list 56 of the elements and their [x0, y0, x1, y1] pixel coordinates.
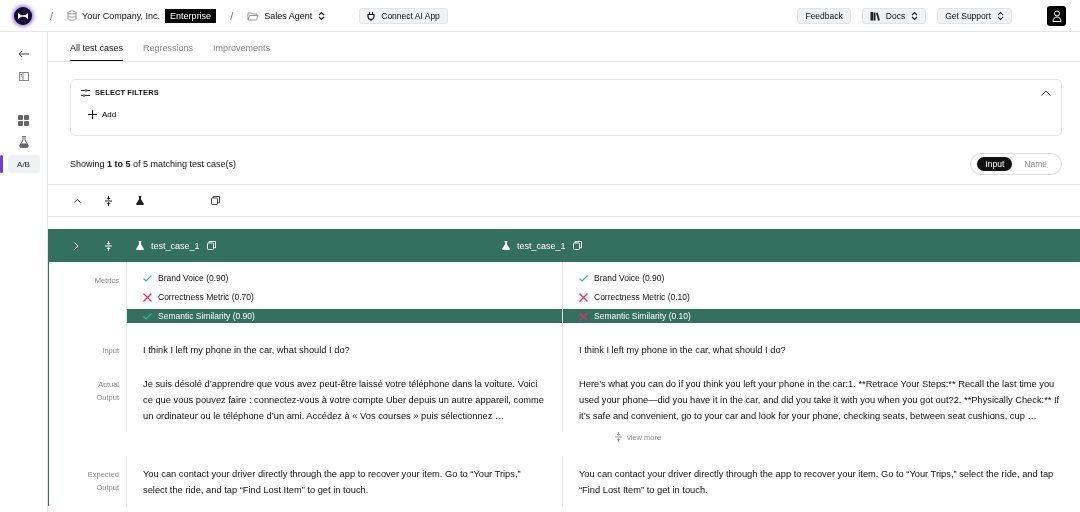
metric-result: Brand Voice (0.90) [158, 273, 229, 283]
chevron-updown-icon [997, 10, 1004, 21]
flask-icon [136, 196, 144, 205]
breadcrumb-separator: / [50, 9, 54, 22]
results-summary: Showing 1 to 5 of 5 matching test case(s) [70, 159, 237, 169]
organization-name[interactable]: Your Company, Inc. [82, 10, 161, 21]
field-text: You can contact your driver directly through the app to recover your item. Go to “Your Trips,” select the ride, and tap “Find Lost Item” to get in touch. [143, 468, 522, 497]
field-text: You can contact your driver directly through the app to recover your item. Go to “Your Trips,” select the ride, and tap “Find Lost Item” to get in touch. [579, 468, 1055, 497]
plan-badge: Enterprise [165, 8, 217, 23]
metric-result: Correctness Metric (0.70) [158, 292, 254, 302]
add-filter-button[interactable]: Add [81, 110, 1051, 119]
logo-icon[interactable] [14, 6, 32, 25]
database-icon [67, 10, 78, 21]
breadcrumb-separator: / [230, 9, 234, 22]
tab[interactable]: Regressions [143, 43, 194, 61]
filter-sliders-icon [81, 88, 90, 97]
copy-icon[interactable] [572, 241, 582, 250]
toggle-option[interactable]: Input [977, 157, 1013, 171]
ab-test-item[interactable]: A/B [17, 159, 30, 169]
metric-result: Semantic Similarity (0.10) [594, 311, 691, 321]
copy-icon[interactable] [211, 196, 220, 205]
expand-collapse-icon[interactable] [105, 195, 112, 206]
plus-icon [88, 110, 97, 119]
field-text: Here’s what you can do if you think you left your phone in the car:1. **Retrace Your Steps:** Recall the last time you used your phone—did you have it in the car, and did you take it with you when you got out?2. **Physically Check:** If it’s safe and convenient, go to your car and look for your phone, checking seats, between seat cushions, cup … [579, 378, 1061, 423]
flask-icon [502, 241, 510, 250]
metric-result: Brand Voice (0.90) [594, 273, 665, 283]
chevron-up-icon[interactable] [1041, 89, 1051, 96]
test-case-name: test_case_1 [151, 240, 200, 251]
feedback-button[interactable]: Feedback [797, 7, 851, 24]
docs-button[interactable]: Docs [861, 7, 927, 24]
plug-icon [367, 10, 376, 21]
sidebar-panel-icon[interactable] [18, 71, 29, 81]
field-text: I think I left my phone in the car, what should I do? [579, 344, 787, 357]
flask-icon [136, 241, 144, 250]
metric-result: Semantic Similarity (0.90) [158, 311, 255, 321]
field-text: Je suis désolé d’apprendre que vous avez peut-être laissé votre téléphone dans la voiture. Voici ce que vous pouvez faire : connectez-vous à votre compte Uber depuis un autre appareil, comme un ordinateur ou le téléphone d’un ami. Accédez à « Vos courses » puis sélectionnez … [143, 378, 546, 423]
tab[interactable]: All test cases [70, 43, 124, 61]
support-button[interactable]: Get Support [937, 7, 1012, 24]
test-case-name: test_case_1 [517, 240, 566, 251]
folder-icon [247, 10, 260, 21]
connect-app-button[interactable]: Connect AI App [359, 7, 448, 24]
chevron-updown-icon [911, 10, 919, 21]
tab[interactable]: Improvements [213, 43, 271, 61]
metric-result: Correctness Metric (0.10) [594, 292, 690, 302]
books-icon [869, 10, 880, 21]
dashboard-icon[interactable] [18, 114, 29, 126]
chevron-updown-icon [318, 10, 326, 21]
flask-icon[interactable] [18, 136, 29, 148]
chevron-right-icon[interactable] [74, 241, 79, 250]
field-text: I think I left my phone in the car, what should I do? [143, 344, 351, 357]
user-icon[interactable] [1047, 5, 1066, 26]
toggle-option[interactable]: Name [1016, 157, 1055, 171]
project-selector[interactable]: Sales Agent [264, 10, 326, 21]
copy-icon[interactable] [206, 241, 216, 250]
back-arrow-icon[interactable] [17, 50, 30, 58]
chevron-up-icon[interactable] [74, 198, 81, 203]
